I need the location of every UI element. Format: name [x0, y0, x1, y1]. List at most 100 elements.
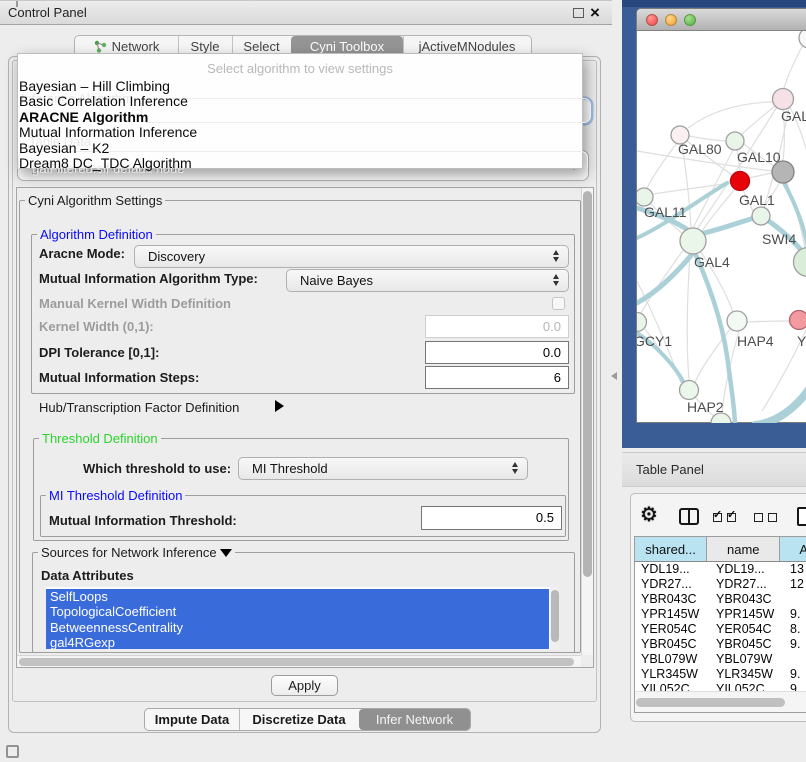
vertical-scrollbar-thumb[interactable]	[583, 191, 592, 577]
network-edge-highlighted	[729, 371, 735, 423]
algorithm-option[interactable]: Basic Correlation Inference	[19, 93, 188, 109]
tab-discretize-data[interactable]: Discretize Data	[239, 709, 359, 730]
sources-title-wrap: Sources for Network Inference	[38, 545, 235, 560]
network-node[interactable]	[799, 31, 806, 48]
float-window-icon[interactable]	[573, 8, 584, 18]
column-header-cut[interactable]: A	[780, 537, 806, 561]
network-tab-icon	[94, 40, 107, 53]
zoom-traffic-light[interactable]	[684, 14, 696, 26]
table-row[interactable]: YLR345WYLR345W9.	[635, 667, 806, 682]
network-node-gal[interactable]	[773, 89, 794, 110]
table-cell: YDR27...	[710, 577, 786, 592]
which-threshold-combo[interactable]: MI Threshold	[238, 457, 528, 480]
network-canvas[interactable]: GALGAL80GAL10GAL1GAL11SWI4GAL4GCY1HAP4YH…	[637, 31, 806, 423]
kernel-width-field[interactable]: 0.0	[425, 315, 569, 338]
table-panel-titlebar: Table Panel	[622, 452, 806, 487]
tab-infer-network[interactable]: Infer Network	[359, 709, 470, 730]
attribute-item[interactable]: BetweennessCentrality	[46, 620, 549, 635]
table-cell	[786, 592, 806, 607]
network-node-label: GCY1	[637, 333, 672, 349]
mi-algorithm-type-combo[interactable]: Naive Bayes	[286, 269, 569, 292]
tab-impute-data[interactable]: Impute Data	[145, 709, 239, 730]
table-cell: 13	[786, 562, 806, 577]
apply-button[interactable]: Apply	[271, 675, 338, 696]
table-cell: 9.	[786, 682, 806, 691]
table-row[interactable]: YER054CYER054C8.	[635, 622, 806, 637]
table-row[interactable]: YIL052CYIL052C9.	[635, 682, 806, 691]
network-window-titlebar[interactable]	[637, 9, 806, 31]
network-node-hap4[interactable]	[727, 311, 747, 331]
close-traffic-light[interactable]	[646, 14, 658, 26]
table-row[interactable]: YBL079WYBL079W	[635, 652, 806, 667]
vertical-scrollbar[interactable]	[581, 188, 593, 655]
algorithm-option[interactable]: Bayesian – Hill Climbing	[19, 78, 170, 94]
dpi-tolerance-field[interactable]: 0.0	[425, 341, 569, 364]
algorithm-option[interactable]: Mutual Information Inference	[19, 124, 197, 140]
horizontal-scrollbar[interactable]	[17, 655, 581, 667]
network-node-y[interactable]	[790, 311, 806, 330]
gear-icon[interactable]: ⚙	[640, 504, 658, 524]
table-cell: YBR045C	[710, 637, 786, 652]
select-all-columns-icon[interactable]: ✓✓	[713, 512, 739, 524]
mi-steps-field[interactable]: 6	[425, 366, 569, 389]
algorithm-dropdown: Select algorithm to view settings Infere…	[17, 53, 583, 169]
dock-icon[interactable]	[6, 745, 19, 758]
cyni-bottom-tabs: Impute Data Discretize Data Infer Network	[144, 708, 471, 731]
table-row[interactable]: YDR27...YDR27...12	[635, 577, 806, 592]
mi-algorithm-type-label: Mutual Information Algorithm Type:	[39, 271, 258, 286]
aracne-mode-value: Discovery	[148, 249, 205, 264]
attribute-item[interactable]: SelfLoops	[46, 589, 549, 604]
network-node-gal4[interactable]	[680, 228, 706, 254]
network-node[interactable]	[794, 248, 806, 277]
table-cell	[786, 652, 806, 667]
hub-expand-icon[interactable]	[275, 400, 284, 412]
attributes-scrollbar[interactable]	[550, 587, 559, 649]
attribute-item[interactable]: gal4RGexp	[46, 635, 549, 649]
table-horizontal-scrollbar[interactable]	[635, 691, 806, 712]
tab-label: Infer Network	[376, 712, 453, 727]
which-threshold-label: Which threshold to use:	[83, 461, 231, 476]
algorithm-option[interactable]: ARACNE Algorithm	[19, 109, 148, 125]
minimize-traffic-light[interactable]	[665, 14, 677, 26]
network-node-gcy1[interactable]	[637, 313, 647, 332]
data-attributes-list[interactable]: SelfLoopsTopologicalCoefficientBetweenne…	[46, 587, 559, 649]
table-cell: YIL052C	[710, 682, 786, 691]
manual-kernel-width-checkbox[interactable]	[552, 297, 565, 310]
table-row[interactable]: YBR045CYBR045C9.	[635, 637, 806, 652]
algorithm-option[interactable]: Bayesian – K2	[19, 140, 109, 156]
network-node-gal10[interactable]	[726, 132, 744, 150]
network-node[interactable]	[772, 161, 794, 183]
network-node-label: GAL4	[694, 254, 730, 270]
splitter-tick[interactable]	[16, 1, 18, 7]
network-node-swi4[interactable]	[752, 207, 770, 225]
table-row[interactable]: YPR145WYPR145W9.	[635, 607, 806, 622]
table-hscroll-thumb[interactable]	[636, 698, 785, 707]
mi-threshold-field[interactable]: 0.5	[421, 506, 562, 530]
network-edge	[747, 321, 789, 322]
table-row[interactable]: YBR043CYBR043C	[635, 592, 806, 607]
close-icon[interactable]: ×	[590, 3, 600, 23]
network-node-label: GAL1	[739, 192, 775, 208]
network-edge	[749, 173, 772, 178]
algorithm-option[interactable]: Dream8 DC_TDC Algorithm	[19, 155, 192, 171]
network-edge	[647, 143, 677, 188]
export-table-icon[interactable]	[797, 507, 806, 526]
tab-label: jActiveMNodules	[419, 39, 516, 54]
network-desktop: GALGAL80GAL10GAL1GAL11SWI4GAL4GCY1HAP4YH…	[622, 0, 806, 448]
columns-icon[interactable]	[679, 508, 699, 525]
horizontal-scrollbar-thumb[interactable]	[19, 658, 574, 666]
table-cell: YER054C	[710, 622, 786, 637]
network-node-hap2[interactable]	[680, 381, 699, 400]
aracne-mode-combo[interactable]: Discovery	[134, 245, 569, 268]
deselect-all-columns-icon[interactable]	[754, 512, 780, 524]
sources-collapse-icon[interactable]	[220, 549, 232, 557]
kernel-width-label: Kernel Width (0,1):	[39, 319, 154, 334]
attribute-item[interactable]: TopologicalCoefficient	[46, 604, 549, 619]
splitter-collapse-icon[interactable]	[611, 372, 617, 380]
column-header-name[interactable]: name	[707, 537, 780, 561]
table-row[interactable]: YDL19...YDL19...13	[635, 562, 806, 577]
network-node-gal1[interactable]	[731, 172, 750, 191]
network-window: GALGAL80GAL10GAL1GAL11SWI4GAL4GCY1HAP4YH…	[636, 8, 806, 423]
column-header-shared-name[interactable]: shared...	[635, 537, 707, 561]
tab-label: Impute Data	[155, 712, 229, 727]
